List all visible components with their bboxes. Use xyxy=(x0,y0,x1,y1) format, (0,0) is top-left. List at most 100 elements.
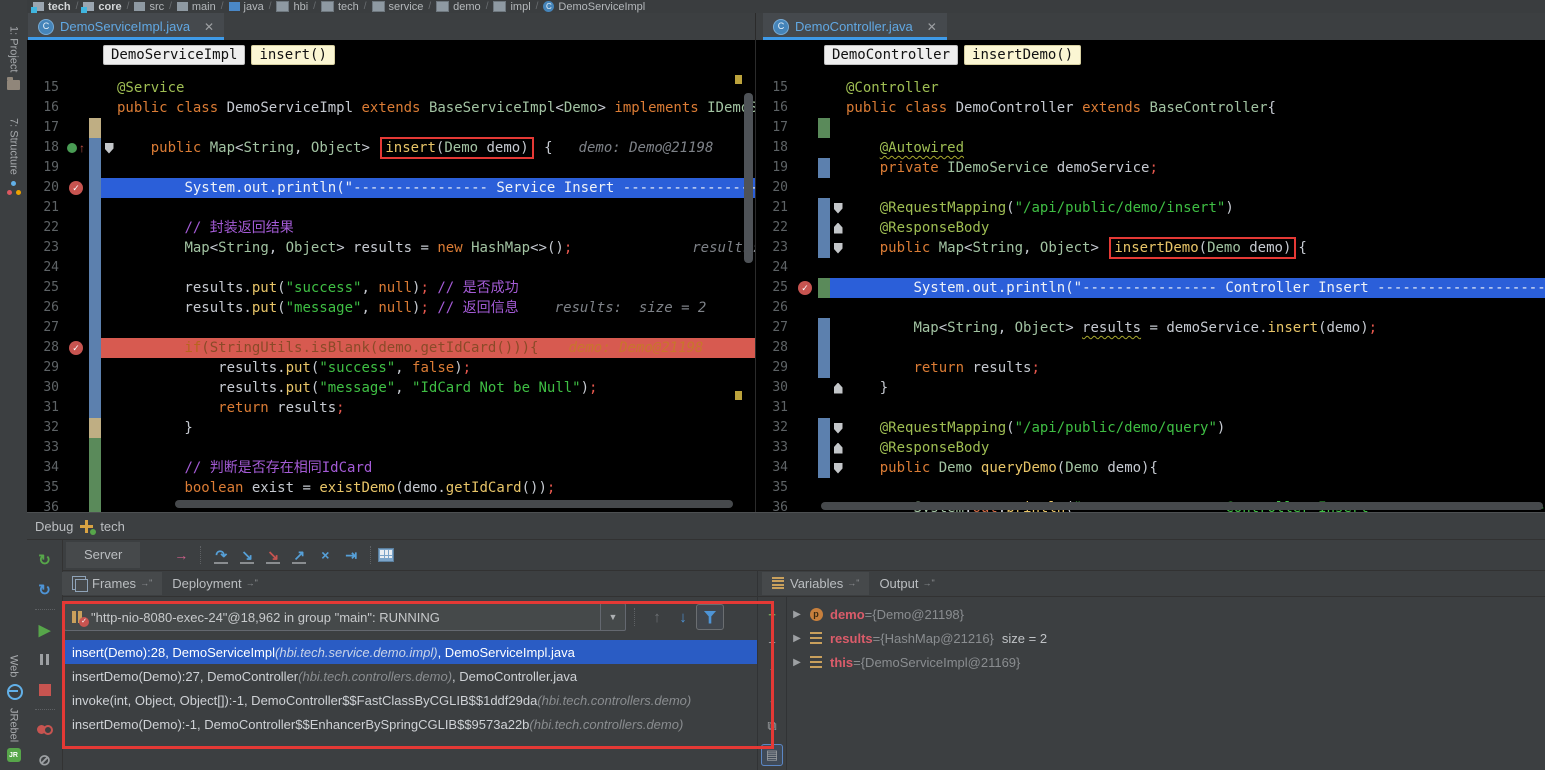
breadcrumb-item-core[interactable]: core xyxy=(83,1,121,13)
view-breakpoints-icon[interactable] xyxy=(34,719,56,740)
fold-marker-icon[interactable] xyxy=(830,383,846,394)
variable-row-results[interactable]: ▶results = {HashMap@21216}size = 2 xyxy=(786,626,1545,650)
fold-marker-icon[interactable] xyxy=(830,223,846,234)
code-line-21[interactable]: 21 xyxy=(27,198,755,218)
next-frame-icon[interactable]: ↓ xyxy=(670,609,696,626)
code-line-33[interactable]: 33 @ResponseBody xyxy=(756,438,1545,458)
project-icon[interactable] xyxy=(7,78,21,92)
sidebar-item-jrebel[interactable]: JRebel xyxy=(8,708,20,742)
breadcrumb-item-java[interactable]: java xyxy=(229,1,264,13)
remove-watch-icon[interactable]: − xyxy=(762,632,782,652)
code-line-18[interactable]: 18↑ public Map<String, Object> insert(De… xyxy=(27,138,755,158)
fold-marker-icon[interactable] xyxy=(830,443,846,454)
code-line-25[interactable]: 25 results.put("success", null); // 是否成功 xyxy=(27,278,755,298)
tab-server[interactable]: Server xyxy=(66,542,140,568)
line-number[interactable]: 23 xyxy=(27,238,63,258)
line-number[interactable]: 34 xyxy=(27,458,63,478)
code-line-17[interactable]: 17 xyxy=(756,118,1545,138)
line-number[interactable]: 18 xyxy=(27,138,63,158)
close-icon[interactable]: ✕ xyxy=(927,20,937,34)
fold-marker-icon[interactable] xyxy=(830,463,846,474)
move-watch-up-icon[interactable]: ↑ xyxy=(762,660,782,680)
breadcrumb-item-demo[interactable]: demo xyxy=(436,1,481,13)
line-number[interactable]: 28 xyxy=(27,338,63,358)
line-number[interactable]: 20 xyxy=(27,178,63,198)
resume-icon[interactable]: ▶ xyxy=(34,619,56,640)
code-line-35[interactable]: 35 xyxy=(756,478,1545,498)
line-number[interactable]: 30 xyxy=(756,378,792,398)
move-watch-down-icon[interactable]: ↓ xyxy=(762,688,782,708)
line-number[interactable]: 19 xyxy=(756,158,792,178)
line-number[interactable]: 30 xyxy=(27,378,63,398)
line-number[interactable]: 31 xyxy=(756,398,792,418)
line-number[interactable]: 22 xyxy=(27,218,63,238)
code-line-19[interactable]: 19 xyxy=(27,158,755,178)
fold-marker-icon[interactable] xyxy=(101,143,117,154)
line-number[interactable]: 21 xyxy=(756,198,792,218)
code-line-23[interactable]: 23 public Map<String, Object> insertDemo… xyxy=(756,238,1545,258)
update-application-icon[interactable]: ↻ xyxy=(34,579,56,600)
line-number[interactable]: 18 xyxy=(756,138,792,158)
stop-icon[interactable] xyxy=(34,679,56,700)
chevron-down-icon[interactable]: ▼ xyxy=(600,604,625,630)
line-number[interactable]: 29 xyxy=(27,358,63,378)
code-line-32[interactable]: 32 } xyxy=(27,418,755,438)
add-watch-icon[interactable]: + xyxy=(762,604,782,624)
code-line-23[interactable]: 23 Map<String, Object> results = new Has… xyxy=(27,238,755,258)
tab-deployment[interactable]: Deployment →" xyxy=(162,572,268,595)
line-number[interactable]: 20 xyxy=(756,178,792,198)
hide-frames-filter-icon[interactable] xyxy=(696,604,724,630)
line-number[interactable]: 23 xyxy=(756,238,792,258)
web-icon[interactable] xyxy=(7,684,21,698)
jrebel-icon[interactable]: JR xyxy=(7,748,21,762)
code-line-16[interactable]: 16public class DemoController extends Ba… xyxy=(756,98,1545,118)
line-number[interactable]: 35 xyxy=(27,478,63,498)
line-number[interactable]: 28 xyxy=(756,338,792,358)
previous-frame-icon[interactable]: ↑ xyxy=(644,609,670,626)
tab-frames[interactable]: Frames →" xyxy=(62,572,162,595)
code-line-35[interactable]: 35 boolean exist = existDemo(demo.getIdC… xyxy=(27,478,755,498)
line-number[interactable]: 35 xyxy=(756,478,792,498)
frame-row[interactable]: invoke(int, Object, Object[]):-1, DemoCo… xyxy=(64,688,757,712)
code-line-31[interactable]: 31 xyxy=(756,398,1545,418)
variable-row-this[interactable]: ▶this = {DemoServiceImpl@21169} xyxy=(786,650,1545,674)
line-number[interactable]: 27 xyxy=(27,318,63,338)
line-number[interactable]: 32 xyxy=(756,418,792,438)
code-line-22[interactable]: 22 // 封装返回结果 xyxy=(27,218,755,238)
code-line-28[interactable]: 28 xyxy=(756,338,1545,358)
line-number[interactable]: 29 xyxy=(756,358,792,378)
line-number[interactable]: 16 xyxy=(27,98,63,118)
rerun-icon[interactable]: ↻ xyxy=(34,549,56,570)
code-line-17[interactable]: 17 xyxy=(27,118,755,138)
code-line-33[interactable]: 33 xyxy=(27,438,755,458)
expand-arrow-icon[interactable]: ▶ xyxy=(786,609,808,620)
code-line-34[interactable]: 34 public Demo queryDemo(Demo demo){ xyxy=(756,458,1545,478)
variable-row-demo[interactable]: ▶pdemo = {Demo@21198} xyxy=(786,602,1545,626)
force-step-into-icon[interactable]: ↘ xyxy=(260,544,286,566)
breadcrumb-item-tech[interactable]: tech xyxy=(33,1,71,13)
breadcrumb-method-chip[interactable]: insert() xyxy=(251,45,334,65)
breadcrumb-class-chip[interactable]: DemoController xyxy=(824,45,958,65)
breadcrumb-item-main[interactable]: main xyxy=(177,1,216,13)
code-line-18[interactable]: 18 @Autowired xyxy=(756,138,1545,158)
line-number[interactable]: 36 xyxy=(756,498,792,512)
tab-democontroller[interactable]: C DemoController.java ✕ xyxy=(763,13,947,40)
code-line-31[interactable]: 31 return results; xyxy=(27,398,755,418)
line-number[interactable]: 32 xyxy=(27,418,63,438)
evaluate-expression-icon[interactable] xyxy=(378,548,394,562)
horizontal-scrollbar[interactable] xyxy=(175,500,733,508)
breadcrumb-item-src[interactable]: src xyxy=(134,1,164,13)
line-number[interactable]: 31 xyxy=(27,398,63,418)
sidebar-item-web[interactable]: Web xyxy=(8,655,20,677)
line-number[interactable]: 25 xyxy=(27,278,63,298)
code-line-27[interactable]: 27 xyxy=(27,318,755,338)
code-line-29[interactable]: 29 results.put("success", false); xyxy=(27,358,755,378)
code-line-24[interactable]: 24 xyxy=(756,258,1545,278)
line-number[interactable]: 26 xyxy=(756,298,792,318)
step-into-icon[interactable]: ↘ xyxy=(234,544,260,566)
code-line-32[interactable]: 32 @RequestMapping("/api/public/demo/que… xyxy=(756,418,1545,438)
debug-tab-label[interactable]: Debug xyxy=(35,519,73,534)
code-line-26[interactable]: 26 xyxy=(756,298,1545,318)
code-line-21[interactable]: 21 @RequestMapping("/api/public/demo/ins… xyxy=(756,198,1545,218)
frame-row[interactable]: insert(Demo):28, DemoServiceImpl (hbi.te… xyxy=(64,640,757,664)
